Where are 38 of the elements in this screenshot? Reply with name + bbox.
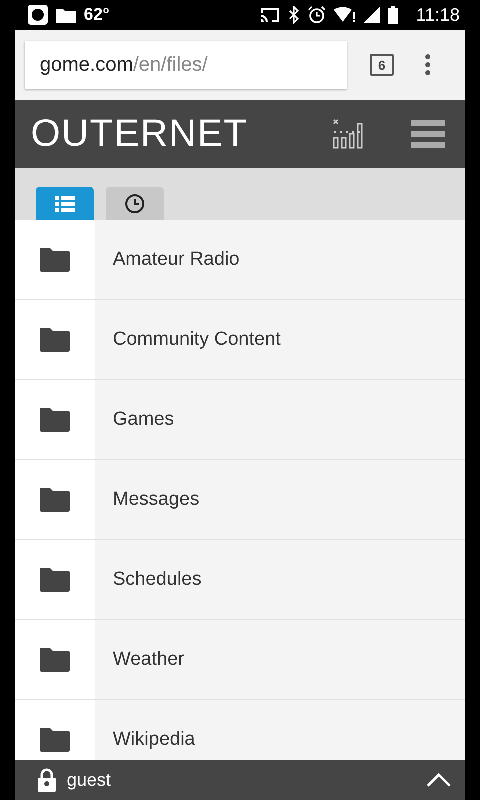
signal-bars-icon[interactable] — [333, 119, 365, 149]
folder-icon — [40, 568, 70, 592]
folder-icon — [40, 728, 70, 752]
folder-item[interactable]: Amateur Radio — [95, 220, 465, 299]
folder-item[interactable]: Wikipedia — [95, 700, 465, 760]
outernet-logo: OUTERNET — [31, 112, 248, 156]
menu-icon[interactable] — [411, 120, 445, 148]
clock-icon — [125, 194, 145, 214]
folder-item[interactable]: Games — [95, 380, 465, 459]
folder-icon — [40, 408, 70, 432]
folder-item[interactable]: Weather — [95, 620, 465, 699]
folder-icon — [40, 488, 70, 512]
more-menu-icon[interactable] — [425, 54, 431, 76]
list-view-tab[interactable] — [36, 187, 94, 220]
folder-icon — [40, 648, 70, 672]
tab-count-button[interactable]: 6 — [370, 54, 394, 76]
folder-item[interactable]: Schedules — [95, 540, 465, 619]
lock-icon — [37, 768, 57, 792]
folder-icon — [40, 248, 70, 272]
bluetooth-icon — [288, 6, 300, 24]
signal-icon — [364, 7, 380, 23]
folder-icon — [40, 328, 70, 352]
temperature-text: 62° — [84, 5, 110, 25]
cast-icon — [260, 7, 280, 23]
folder-icon — [56, 7, 76, 23]
url-text: gome.com/en/files/ — [40, 54, 208, 76]
caret-up-icon[interactable] — [427, 773, 451, 787]
battery-icon — [388, 6, 398, 24]
folder-item[interactable]: Messages — [95, 460, 465, 539]
camera-icon — [28, 5, 48, 25]
url-field[interactable]: gome.com/en/files/ — [25, 41, 347, 89]
clock-text: 11:18 — [416, 4, 460, 26]
wifi-icon — [334, 7, 356, 23]
recent-tab[interactable] — [106, 187, 164, 220]
alarm-icon — [308, 6, 326, 24]
folder-item[interactable]: Community Content — [95, 300, 465, 379]
list-icon — [55, 196, 75, 212]
user-name: guest — [67, 770, 112, 790]
